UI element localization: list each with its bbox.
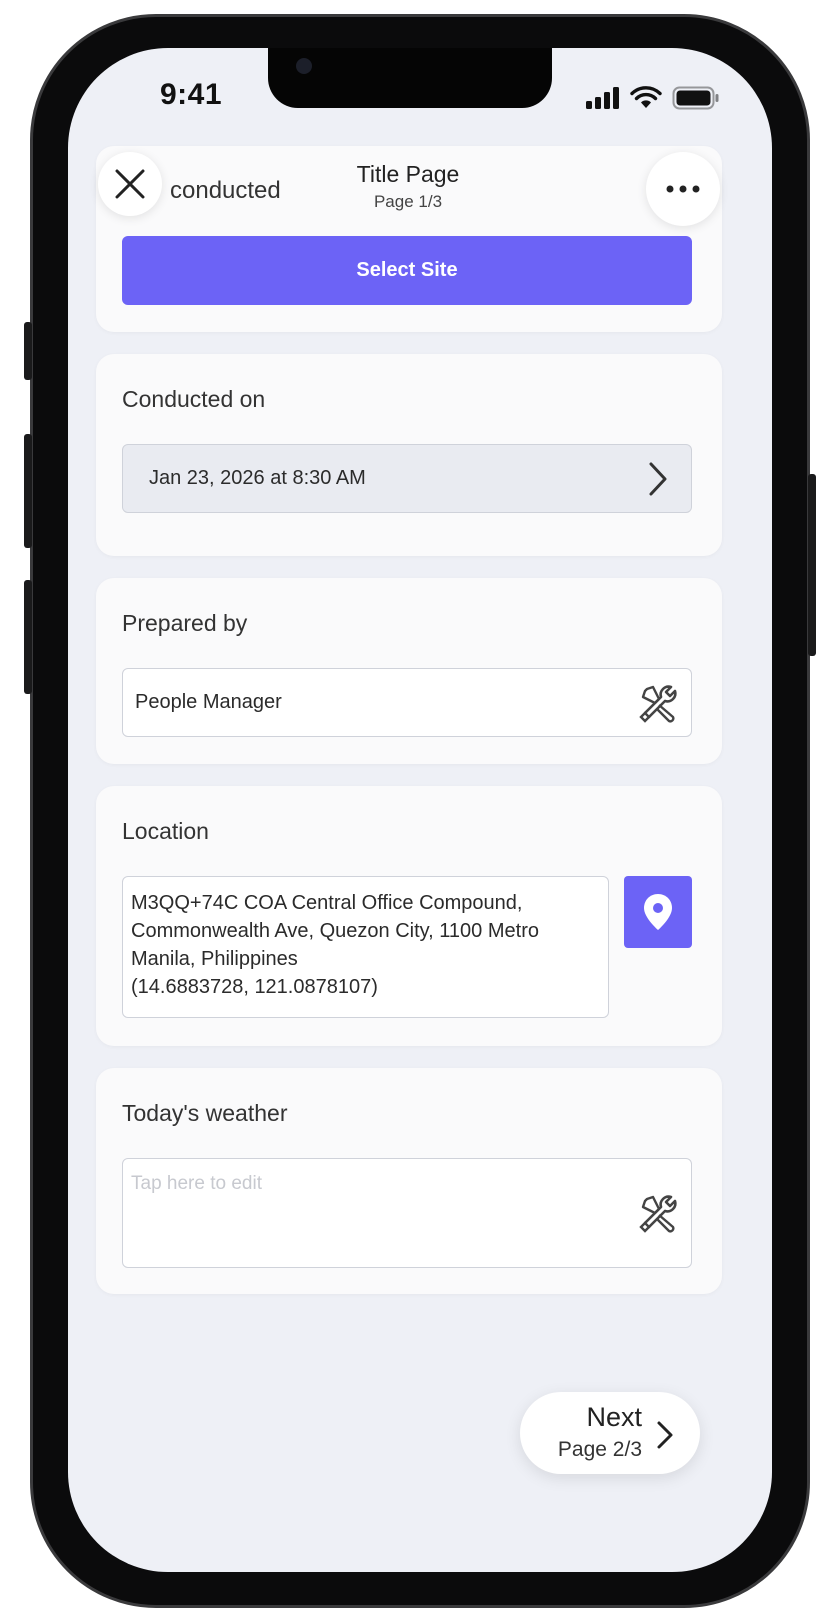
close-button[interactable] (98, 152, 162, 216)
address-coordinates: (14.6883728, 121.0878107) (131, 976, 378, 998)
notch (268, 48, 552, 108)
address-line: M3QQ+74C COA Central Office Compound, (131, 892, 523, 914)
scrolled-section-text: conducted (170, 177, 281, 204)
chevron-right-icon (649, 462, 667, 496)
page-indicator: Page 1/3 (373, 192, 443, 211)
prepared-by-value: People Manager (135, 691, 282, 713)
address-line: Manila, Philippines (131, 948, 298, 970)
next-page-indicator: Page 2/3 (557, 1438, 642, 1461)
status-time: 9:41 (160, 78, 223, 111)
more-horizontal-icon (666, 185, 700, 193)
page-title: Title Page (356, 161, 460, 187)
weather-label: Today's weather (122, 1100, 288, 1126)
address-line: Commonwealth Ave, Quezon City, 1100 Metr… (131, 920, 539, 942)
volume-down-button (24, 580, 32, 694)
screen: 9:41 conducted Title Page Page 1/3 Selec… (68, 48, 772, 1572)
camera-icon (296, 58, 312, 74)
weather-field[interactable]: Tap here to edit (122, 1158, 692, 1268)
prepared-label: Prepared by (122, 610, 248, 636)
chevron-right-icon (657, 1421, 673, 1449)
power-button (808, 474, 816, 656)
next-label: Next (586, 1402, 642, 1432)
more-options-button[interactable] (646, 152, 720, 226)
weather-placeholder: Tap here to edit (131, 1173, 262, 1194)
conducted-date-field[interactable]: Jan 23, 2026 at 8:30 AM (122, 444, 692, 513)
wifi-icon (630, 86, 662, 108)
conducted-label: Conducted on (122, 386, 266, 412)
conducted-date-value: Jan 23, 2026 at 8:30 AM (149, 467, 366, 489)
close-icon (115, 169, 145, 199)
status-icons (586, 86, 720, 110)
location-address: M3QQ+74C COA Central Office Compound, Co… (131, 889, 601, 1001)
select-site-button[interactable]: Select Site (122, 236, 692, 305)
next-page-button[interactable]: Next Page 2/3 (520, 1392, 700, 1474)
location-label: Location (122, 818, 209, 844)
tools-icon[interactable] (639, 683, 679, 723)
volume-up-button (24, 434, 32, 548)
map-pin-icon (644, 894, 672, 930)
mute-switch (24, 322, 32, 380)
tools-icon[interactable] (639, 1193, 679, 1233)
location-address-field[interactable]: M3QQ+74C COA Central Office Compound, Co… (122, 876, 609, 1018)
battery-icon (672, 86, 719, 110)
prepared-by-field[interactable]: People Manager (122, 668, 692, 737)
signal-icon (586, 87, 619, 109)
locate-button[interactable] (624, 876, 692, 948)
